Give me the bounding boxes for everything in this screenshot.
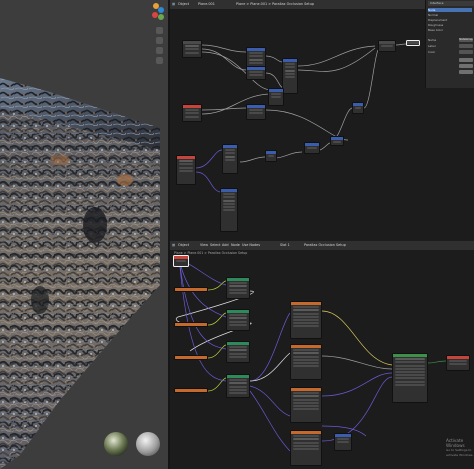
vector-math-node-2[interactable] xyxy=(246,66,266,80)
matte-preview-sphere[interactable] xyxy=(136,432,160,456)
color-swatch[interactable] xyxy=(459,58,473,62)
math-subtract-node[interactable] xyxy=(222,144,238,174)
mapping-group-1[interactable] xyxy=(226,277,250,299)
mapping-group-4[interactable] xyxy=(226,374,250,398)
panel-tab-interface[interactable]: Interface xyxy=(428,1,474,6)
math-add-node[interactable] xyxy=(304,142,320,154)
image-texture-base-color[interactable] xyxy=(290,301,322,339)
pan-hand-icon[interactable] xyxy=(156,37,163,44)
separate-xyz-node[interactable] xyxy=(268,88,284,106)
bottom-node-wires xyxy=(175,260,447,452)
value-node-4[interactable] xyxy=(174,388,208,393)
field-name-value[interactable]: NodeGroup xyxy=(459,38,473,42)
displaced-surface-render xyxy=(0,78,160,469)
panel-item-node[interactable]: Node xyxy=(428,8,472,12)
principled-bsdf-node[interactable] xyxy=(392,353,428,403)
reroute-node[interactable] xyxy=(406,40,420,46)
field-label-label: Label xyxy=(428,44,436,48)
normal-map-node[interactable] xyxy=(334,433,352,451)
panel-item-normal[interactable]: Normal xyxy=(428,13,472,17)
math-node[interactable] xyxy=(282,58,298,94)
image-texture-roughness[interactable] xyxy=(290,344,322,380)
field-color-value[interactable] xyxy=(459,50,473,54)
group-input-node[interactable] xyxy=(182,40,202,58)
combine-node[interactable] xyxy=(330,136,344,146)
field-label-value[interactable] xyxy=(459,44,473,48)
material-output-node[interactable] xyxy=(446,355,470,371)
panel-item-base-color[interactable]: Base Color xyxy=(428,28,472,32)
texture-coordinate-node[interactable] xyxy=(182,104,202,122)
panel-item-displacement[interactable]: Displacement xyxy=(428,18,472,22)
field-name-label: Name xyxy=(428,38,437,42)
texture-coordinate-node-bottom[interactable] xyxy=(173,255,189,267)
panel-item-roughness[interactable]: Roughness xyxy=(428,23,472,27)
zoom-icon[interactable] xyxy=(156,27,163,34)
math-multiply-node[interactable] xyxy=(265,150,277,162)
node-side-panel: Interface Node Normal Displacement Rough… xyxy=(425,0,474,88)
value-node-1[interactable] xyxy=(174,287,208,292)
color-swatch-3[interactable] xyxy=(459,70,473,74)
mapping-group-3[interactable] xyxy=(226,341,250,363)
value-node-3[interactable] xyxy=(174,355,208,360)
node-editor-bottom[interactable]: ▦ Object View Select Add Node Use Nodes … xyxy=(170,241,474,469)
watermark-line-1: Activate Windows xyxy=(446,438,465,448)
grid-icon[interactable] xyxy=(156,57,163,64)
field-color-label: Color xyxy=(428,50,436,54)
mapping-group-2[interactable] xyxy=(226,309,250,331)
node-editor-top[interactable]: ▦ Object Plane.001 Plane > Plane.001 > P… xyxy=(170,0,474,240)
vector-math-node-3[interactable] xyxy=(220,188,238,232)
mix-node[interactable] xyxy=(352,102,364,114)
mapping-node[interactable] xyxy=(246,104,266,120)
3d-viewport[interactable] xyxy=(0,0,170,469)
value-node-2[interactable] xyxy=(174,322,208,327)
color-swatch-2[interactable] xyxy=(459,64,473,68)
gizmo-z-axis-icon[interactable] xyxy=(158,7,164,13)
gizmo-neg-y-axis-icon[interactable] xyxy=(158,14,164,20)
group-output-node[interactable] xyxy=(378,40,396,52)
image-texture-normal[interactable] xyxy=(290,387,322,423)
image-texture-displacement[interactable] xyxy=(290,430,322,466)
watermark-line-2: Go to Settings to activate Windows. xyxy=(446,448,474,457)
parameter-node[interactable] xyxy=(176,155,196,185)
hdri-preview-sphere[interactable] xyxy=(104,432,128,456)
camera-icon[interactable] xyxy=(156,47,163,54)
windows-activation-watermark: Activate Windows Go to Settings to activ… xyxy=(446,438,474,458)
